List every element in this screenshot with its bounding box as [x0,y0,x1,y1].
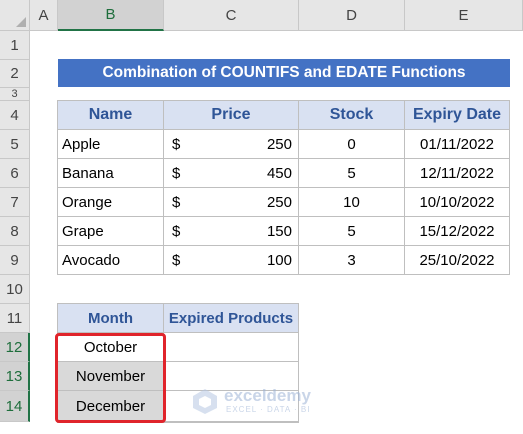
row-header-6[interactable]: 6 [0,159,30,188]
cell-name[interactable]: Grape [58,217,164,246]
cell-name[interactable]: Orange [58,188,164,217]
select-all-corner[interactable] [0,0,30,31]
cell-price[interactable]: $250 [164,130,299,159]
selection-highlight [55,333,166,423]
cell-expiry[interactable]: 12/11/2022 [405,159,510,188]
row-header-5[interactable]: 5 [0,130,30,159]
column-header-e[interactable]: E [405,0,523,31]
currency-symbol: $ [172,222,181,240]
cell-name[interactable]: Banana [58,159,164,188]
header-price[interactable]: Price [164,101,299,130]
row-header-4[interactable]: 4 [0,101,30,130]
row-header-13[interactable]: 13 [0,362,30,391]
row-header-8[interactable]: 8 [0,217,30,246]
cell-price[interactable]: $450 [164,159,299,188]
row-header-3[interactable]: 3 [0,88,30,101]
cell-expiry[interactable]: 15/12/2022 [405,217,510,246]
row-header-10[interactable]: 10 [0,275,30,304]
cell-expiry[interactable]: 01/11/2022 [405,130,510,159]
cell-stock[interactable]: 10 [299,188,405,217]
watermark-name: exceldemy [224,386,311,405]
currency-symbol: $ [172,135,181,153]
price-value: 100 [266,251,292,269]
cell-expiry[interactable]: 25/10/2022 [405,246,510,275]
row-header-9[interactable]: 9 [0,246,30,275]
title-banner: Combination of COUNTIFS and EDATE Functi… [58,59,510,87]
currency-symbol: $ [172,193,181,211]
header-name[interactable]: Name [58,101,164,130]
header-expiry-date[interactable]: Expiry Date [405,101,510,130]
price-value: 450 [266,164,292,182]
watermark-tagline: EXCEL · DATA · BI [226,405,311,414]
cell-stock[interactable]: 5 [299,159,405,188]
column-header-d[interactable]: D [299,0,405,31]
price-value: 150 [266,222,292,240]
row-header-12[interactable]: 12 [0,333,30,362]
cell-name[interactable]: Apple [58,130,164,159]
exceldemy-watermark: exceldemy EXCEL · DATA · BI [190,386,340,418]
row-header-11[interactable]: 11 [0,304,30,333]
cell-expired-products[interactable] [164,333,299,362]
price-value: 250 [266,193,292,211]
row-header-14[interactable]: 14 [0,391,30,422]
cell-price[interactable]: $250 [164,188,299,217]
column-header-c[interactable]: C [164,0,299,31]
header-month[interactable]: Month [58,304,164,333]
price-value: 250 [266,135,292,153]
header-stock[interactable]: Stock [299,101,405,130]
column-header-b[interactable]: B [58,0,164,31]
cell-name[interactable]: Avocado [58,246,164,275]
exceldemy-logo-icon [193,389,217,414]
cell-expiry[interactable]: 10/10/2022 [405,188,510,217]
column-header-a[interactable]: A [30,0,58,31]
cell-stock[interactable]: 0 [299,130,405,159]
currency-symbol: $ [172,164,181,182]
cell-stock[interactable]: 5 [299,217,405,246]
row-header-1[interactable]: 1 [0,31,30,60]
cell-price[interactable]: $150 [164,217,299,246]
currency-symbol: $ [172,251,181,269]
cell-stock[interactable]: 3 [299,246,405,275]
header-expired-products[interactable]: Expired Products [164,304,299,333]
row-header-2[interactable]: 2 [0,60,30,88]
cell-price[interactable]: $100 [164,246,299,275]
row-header-7[interactable]: 7 [0,188,30,217]
